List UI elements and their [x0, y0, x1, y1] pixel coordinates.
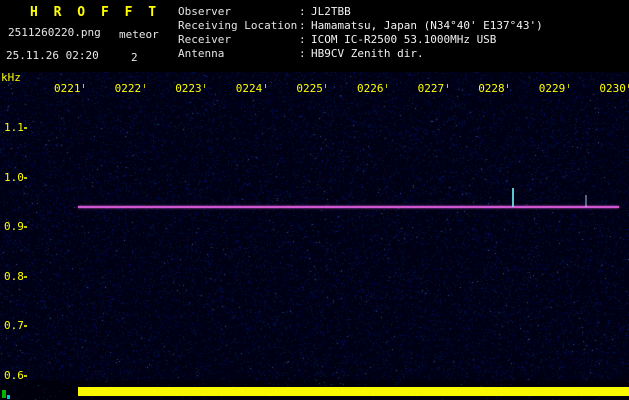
freq-tick-mark [24, 375, 27, 377]
time-tick-label: 0221 [54, 82, 81, 95]
freq-tick-label: 1.1 [4, 121, 24, 134]
meteor-echo [512, 188, 514, 208]
info-separator: : [299, 33, 311, 47]
meteor-echo [585, 195, 587, 207]
time-tick-label: 0227 [418, 82, 445, 95]
time-tick-label: 0223 [175, 82, 202, 95]
time-tick-mark [83, 84, 84, 88]
datetime-label: 25.11.26 02:20 [6, 49, 99, 62]
time-tick-mark [265, 84, 266, 88]
info-label: Observer [178, 5, 299, 19]
time-tick-mark [325, 84, 326, 88]
info-label: Receiver [178, 33, 299, 47]
info-value: HB9CV Zenith dir. [311, 47, 424, 61]
info-row: Antenna : HB9CV Zenith dir. [178, 47, 543, 61]
signal-level-mark [2, 390, 6, 398]
info-separator: : [299, 19, 311, 33]
info-separator: : [299, 47, 311, 61]
freq-tick-label: 0.9 [4, 220, 24, 233]
time-tick-mark [144, 84, 145, 88]
freq-tick-mark [24, 325, 27, 327]
carrier-line [78, 206, 619, 208]
time-tick-label: 0230 [599, 82, 626, 95]
time-tick-label: 0228 [478, 82, 505, 95]
freq-tick-label: 0.7 [4, 319, 24, 332]
info-value: Hamamatsu, Japan (N34°40' E137°43') [311, 19, 543, 33]
info-label: Receiving Location [178, 19, 299, 33]
freq-tick-mark [24, 177, 27, 179]
freq-tick-label: 0.8 [4, 270, 24, 283]
freq-tick-mark [24, 127, 27, 129]
freq-tick-mark [24, 226, 27, 228]
station-info: Observer : JL2TBB Receiving Location : H… [178, 5, 543, 61]
info-row: Receiving Location : Hamamatsu, Japan (N… [178, 19, 543, 33]
echo-count: 2 [131, 51, 138, 64]
freq-tick-mark [24, 276, 27, 278]
time-tick-mark [386, 84, 387, 88]
mode-label: meteor [119, 28, 159, 41]
khz-axis-label: kHz [1, 71, 21, 84]
time-tick-mark [204, 84, 205, 88]
app-title: H R O F F T [30, 5, 160, 20]
info-separator: : [299, 5, 311, 19]
time-tick-label: 0224 [236, 82, 263, 95]
freq-tick-label: 0.6 [4, 369, 24, 382]
signal-strength-bar [78, 387, 629, 396]
info-label: Antenna [178, 47, 299, 61]
info-value: ICOM IC-R2500 53.1000MHz USB [311, 33, 496, 47]
time-tick-mark [568, 84, 569, 88]
info-row: Observer : JL2TBB [178, 5, 543, 19]
output-filename: 2511260220.png [8, 26, 101, 39]
signal-level-mark [7, 395, 10, 399]
time-tick-label: 0225 [296, 82, 323, 95]
freq-tick-label: 1.0 [4, 171, 24, 184]
time-tick-label: 0226 [357, 82, 384, 95]
hrofft-app: H R O F F T 2511260220.png meteor 25.11.… [0, 0, 629, 400]
info-value: JL2TBB [311, 5, 351, 19]
spectrogram [0, 72, 629, 400]
time-tick-label: 0222 [115, 82, 142, 95]
info-row: Receiver : ICOM IC-R2500 53.1000MHz USB [178, 33, 543, 47]
time-tick-label: 0229 [539, 82, 566, 95]
time-tick-mark [507, 84, 508, 88]
time-tick-mark [447, 84, 448, 88]
